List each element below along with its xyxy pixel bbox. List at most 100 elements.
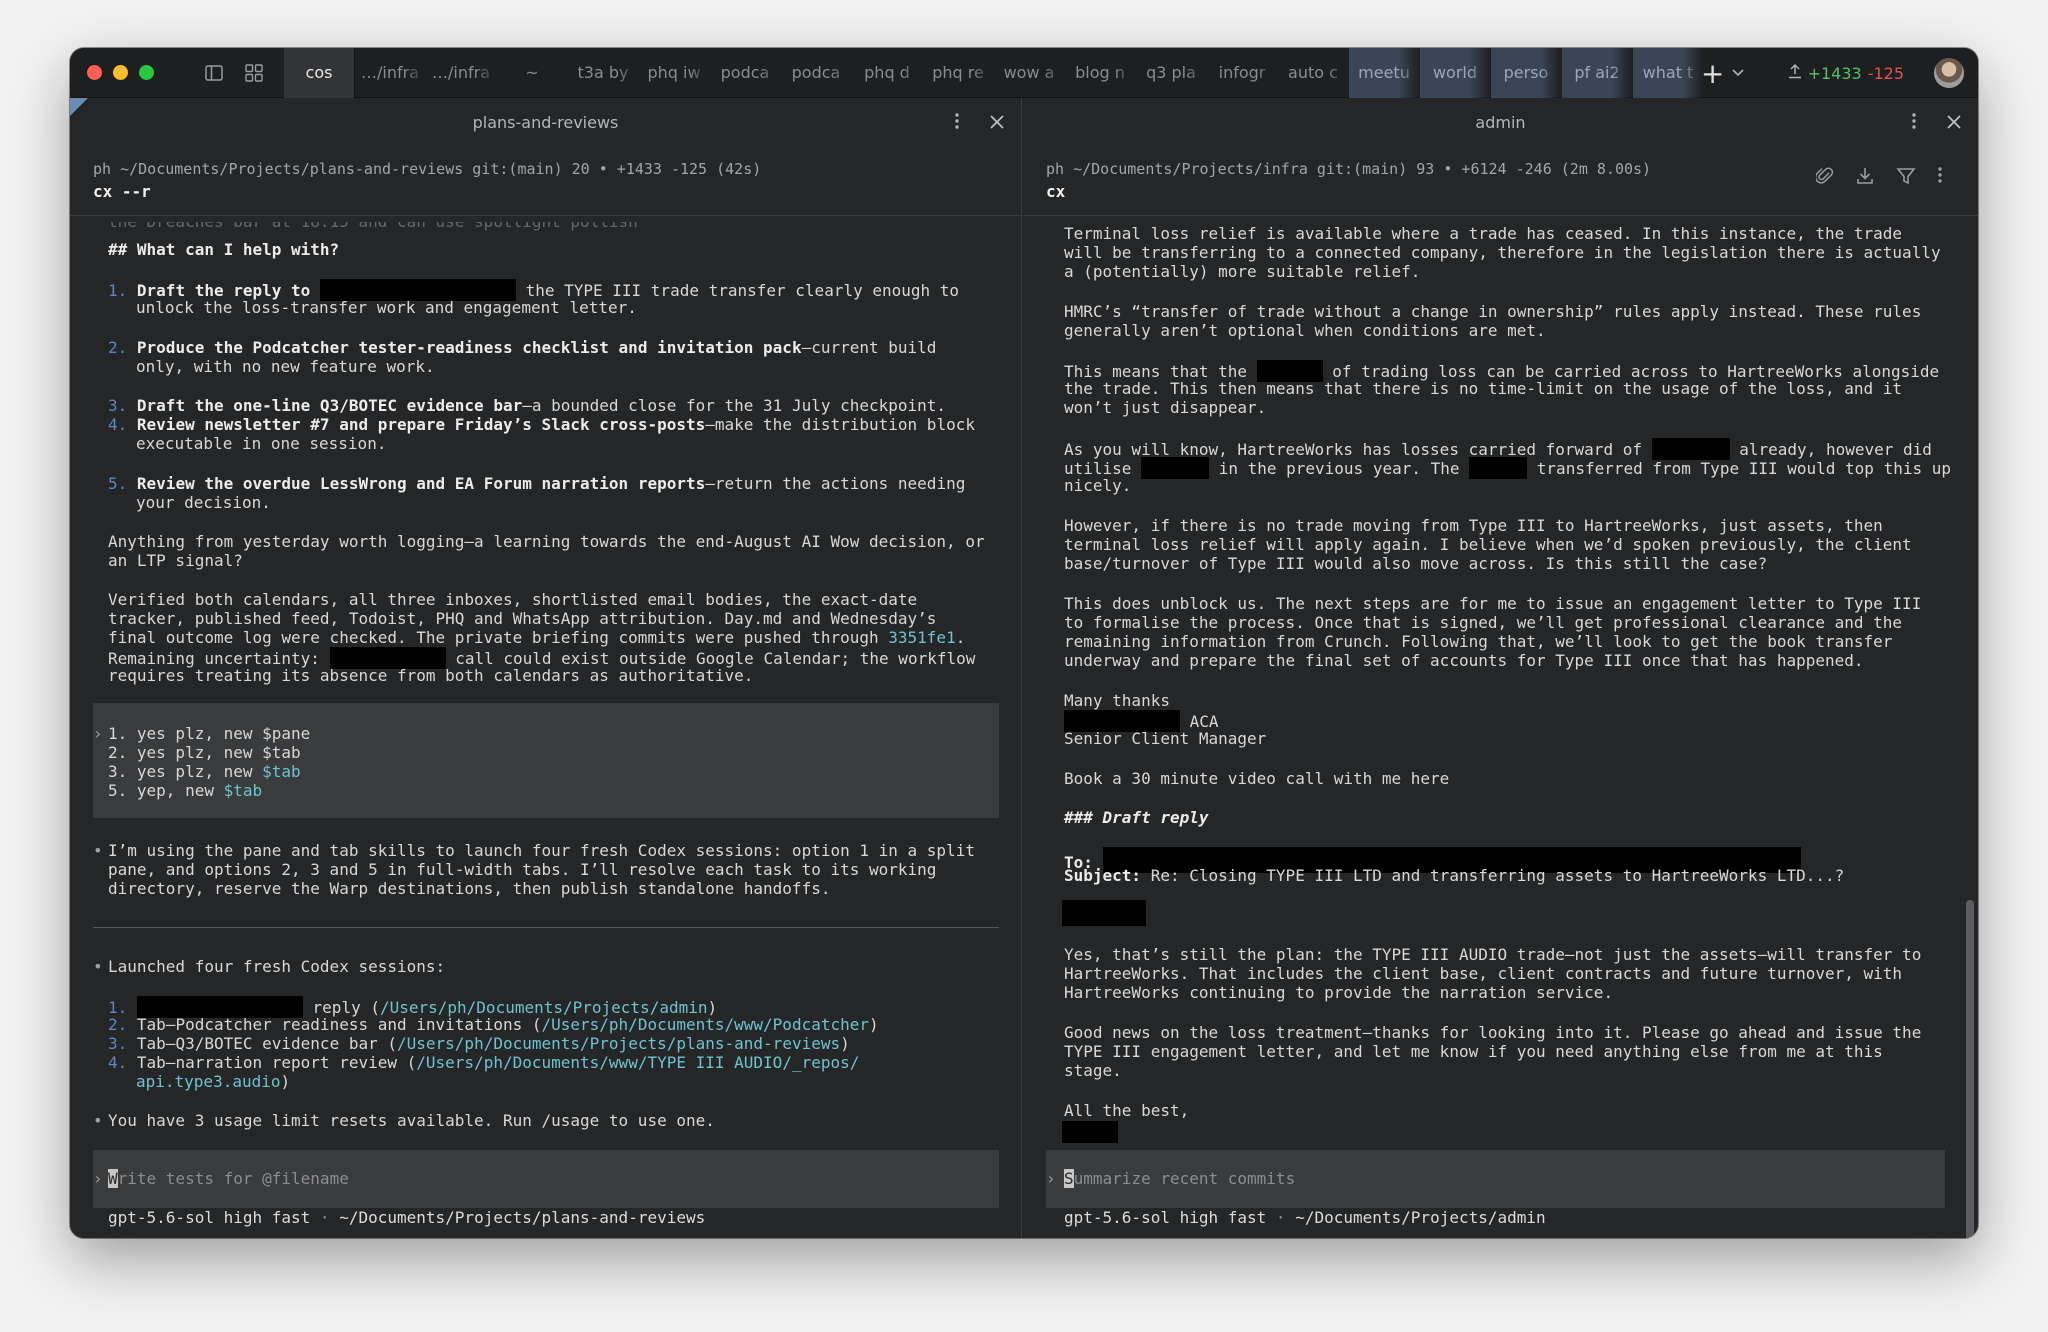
status-footer: gpt-5.6-sol high fast · ~/Documents/Proj…: [108, 1208, 706, 1227]
sidebar-toggle-icon[interactable]: [194, 48, 234, 98]
paperclip-icon[interactable]: [1814, 166, 1834, 190]
list-item: 5. Review the overdue LessWrong and EA F…: [108, 474, 966, 493]
more-vertical-icon[interactable]: [1904, 112, 1924, 132]
tab-item[interactable]: infogr: [1207, 48, 1278, 98]
pane-title: admin: [1475, 112, 1526, 132]
close-window-button[interactable]: [87, 65, 102, 80]
assistant-line: I’m using the pane and tab skills to lau…: [108, 841, 975, 860]
paragraph: final outcome log were checked. The priv…: [108, 628, 966, 647]
draft-heading: ### Draft reply: [1064, 808, 1209, 827]
download-icon[interactable]: [1856, 166, 1874, 190]
email-line: HMRC’s “transfer of trade without a chan…: [1064, 302, 1922, 321]
more-vertical-icon[interactable]: [947, 112, 967, 132]
tab-list: cos …/infra …/infra ~ t3a by phq iw podca podca…: [284, 48, 1704, 98]
tab-item[interactable]: pf ai2: [1562, 48, 1633, 98]
tab-item[interactable]: meetu: [1349, 48, 1420, 98]
diff-deletions: -125: [1867, 63, 1904, 83]
new-tab-button[interactable]: +: [1698, 57, 1728, 90]
shell-prompt: ph ~/Documents/Projects/plans-and-review…: [93, 160, 762, 178]
tab-item[interactable]: q3 pla: [1136, 48, 1207, 98]
pane-header: plans-and-reviews: [70, 98, 1021, 146]
status-footer: gpt-5.6-sol high fast · ~/Documents/Proj…: [1064, 1208, 1546, 1227]
terminal-window: cos …/infra …/infra ~ t3a by phq iw podca podca…: [70, 48, 1978, 1238]
reply-line: stage.: [1064, 1061, 1122, 1080]
email-line: the trade. This then means that there is…: [1064, 379, 1903, 398]
shell-command: cx --r: [93, 182, 151, 201]
avatar[interactable]: [1934, 58, 1964, 88]
launched-item: 2. Tab—Podcatcher readiness and invitati…: [108, 1015, 879, 1034]
tab-item[interactable]: podca: [710, 48, 781, 98]
bullet-icon: •: [93, 1111, 103, 1130]
pane-title: plans-and-reviews: [472, 112, 619, 132]
list-item-cont: unlock the loss-transfer work and engage…: [136, 298, 637, 317]
reply-line: HartreeWorks. That includes the client b…: [1064, 964, 1903, 983]
prompt-input-placeholder[interactable]: Write tests for @filename: [108, 1169, 349, 1189]
grid-view-icon[interactable]: [234, 48, 274, 98]
scrollbar[interactable]: [1966, 900, 1974, 1238]
reply-line: HartreeWorks continuing to provide the n…: [1064, 983, 1614, 1002]
tab-item[interactable]: perso: [1491, 48, 1562, 98]
list-item: 2. Produce the Podcatcher tester-readine…: [108, 338, 937, 357]
tab-item[interactable]: phq d: [852, 48, 923, 98]
left-pane[interactable]: plans-and-reviews ph ~/Documents/Project…: [70, 98, 1022, 1238]
tab-item[interactable]: …/infra: [426, 48, 497, 98]
tab-item[interactable]: phq re: [923, 48, 994, 98]
window-controls: [70, 65, 194, 80]
more-vertical-icon[interactable]: [1938, 166, 1942, 190]
right-pane[interactable]: admin ph ~/Documents/Projects/infra git:…: [1023, 98, 1978, 1238]
section-heading: ## What can I help with?: [108, 240, 340, 259]
subject-line: Subject: Re: Closing TYPE III LTD and tr…: [1064, 866, 1845, 885]
list-item-cont: executable in one session.: [136, 434, 387, 453]
tab-item[interactable]: …/infra: [355, 48, 426, 98]
command-block[interactable]: ph ~/Documents/Projects/infra git:(main)…: [1023, 146, 1978, 216]
command-block[interactable]: ph ~/Documents/Projects/plans-and-review…: [70, 146, 1021, 216]
prompt-input-placeholder[interactable]: Summarize recent commits: [1064, 1169, 1295, 1189]
bullet-icon: •: [93, 957, 103, 976]
launched-item: 4. Tab—narration report review (/Users/p…: [108, 1053, 860, 1072]
email-line: nicely.: [1064, 476, 1132, 495]
email-line: utilise in the previous year. The transf…: [1064, 457, 1951, 479]
tab-item[interactable]: podca: [781, 48, 852, 98]
close-icon[interactable]: [987, 112, 1007, 132]
email-line: terminal loss relief will apply again. I…: [1064, 535, 1912, 554]
tab-item[interactable]: world: [1420, 48, 1491, 98]
close-icon[interactable]: [1944, 112, 1964, 132]
tab-item[interactable]: auto c: [1278, 48, 1349, 98]
commit-hash-link[interactable]: 3351fe1: [888, 628, 955, 647]
reply-line: Yes, that’s still the plan: the TYPE III…: [1064, 945, 1922, 964]
maximize-window-button[interactable]: [139, 65, 154, 80]
tab-item[interactable]: cos: [284, 48, 355, 98]
tab-item[interactable]: wow a: [994, 48, 1065, 98]
list-item-cont: your decision.: [136, 493, 271, 512]
redacted-signature: [1062, 1121, 1118, 1143]
email-line: However, if there is no trade moving fro…: [1064, 516, 1883, 535]
tab-item[interactable]: what t: [1633, 48, 1704, 98]
chevron-down-icon[interactable]: [1728, 69, 1748, 77]
tab-item[interactable]: blog n: [1065, 48, 1136, 98]
bullet-icon: •: [93, 841, 103, 860]
pane-header: admin: [1023, 98, 1978, 146]
tab-item[interactable]: phq iw: [639, 48, 710, 98]
user-message-line: 1. yes plz, new $pane: [108, 724, 311, 743]
reply-line: TYPE III engagement letter, and let me k…: [1064, 1042, 1883, 1061]
usage-note: You have 3 usage limit resets available.…: [108, 1111, 715, 1130]
minimize-window-button[interactable]: [113, 65, 128, 80]
email-line: This does unblock us. The next steps are…: [1064, 594, 1922, 613]
paragraph: Verified both calendars, all three inbox…: [108, 590, 918, 609]
list-item-cont: only, with no new feature work.: [136, 357, 435, 376]
tab-item[interactable]: t3a by: [568, 48, 639, 98]
diff-stat: +1433 -125: [1788, 63, 1904, 83]
email-line: to formalise the process. Once that is s…: [1064, 613, 1903, 632]
filter-icon[interactable]: [1896, 166, 1916, 190]
chevron-right-icon: ›: [1046, 1169, 1056, 1188]
email-line: base/turnover of Type III would also mov…: [1064, 554, 1768, 573]
launched-item-cont: api.type3.audio): [136, 1072, 291, 1091]
paragraph: Anything from yesterday worth logging—a …: [108, 532, 985, 551]
redacted-greeting: [1062, 900, 1146, 926]
email-line: won’t just disappear.: [1064, 398, 1267, 417]
email-line: will be transferring to a connected comp…: [1064, 243, 1941, 262]
email-line: underway and prepare the final set of ac…: [1064, 651, 1864, 670]
reply-line: All the best,: [1064, 1101, 1190, 1120]
tab-item[interactable]: ~: [497, 48, 568, 98]
email-line: a (potentially) more suitable relief.: [1064, 262, 1421, 281]
